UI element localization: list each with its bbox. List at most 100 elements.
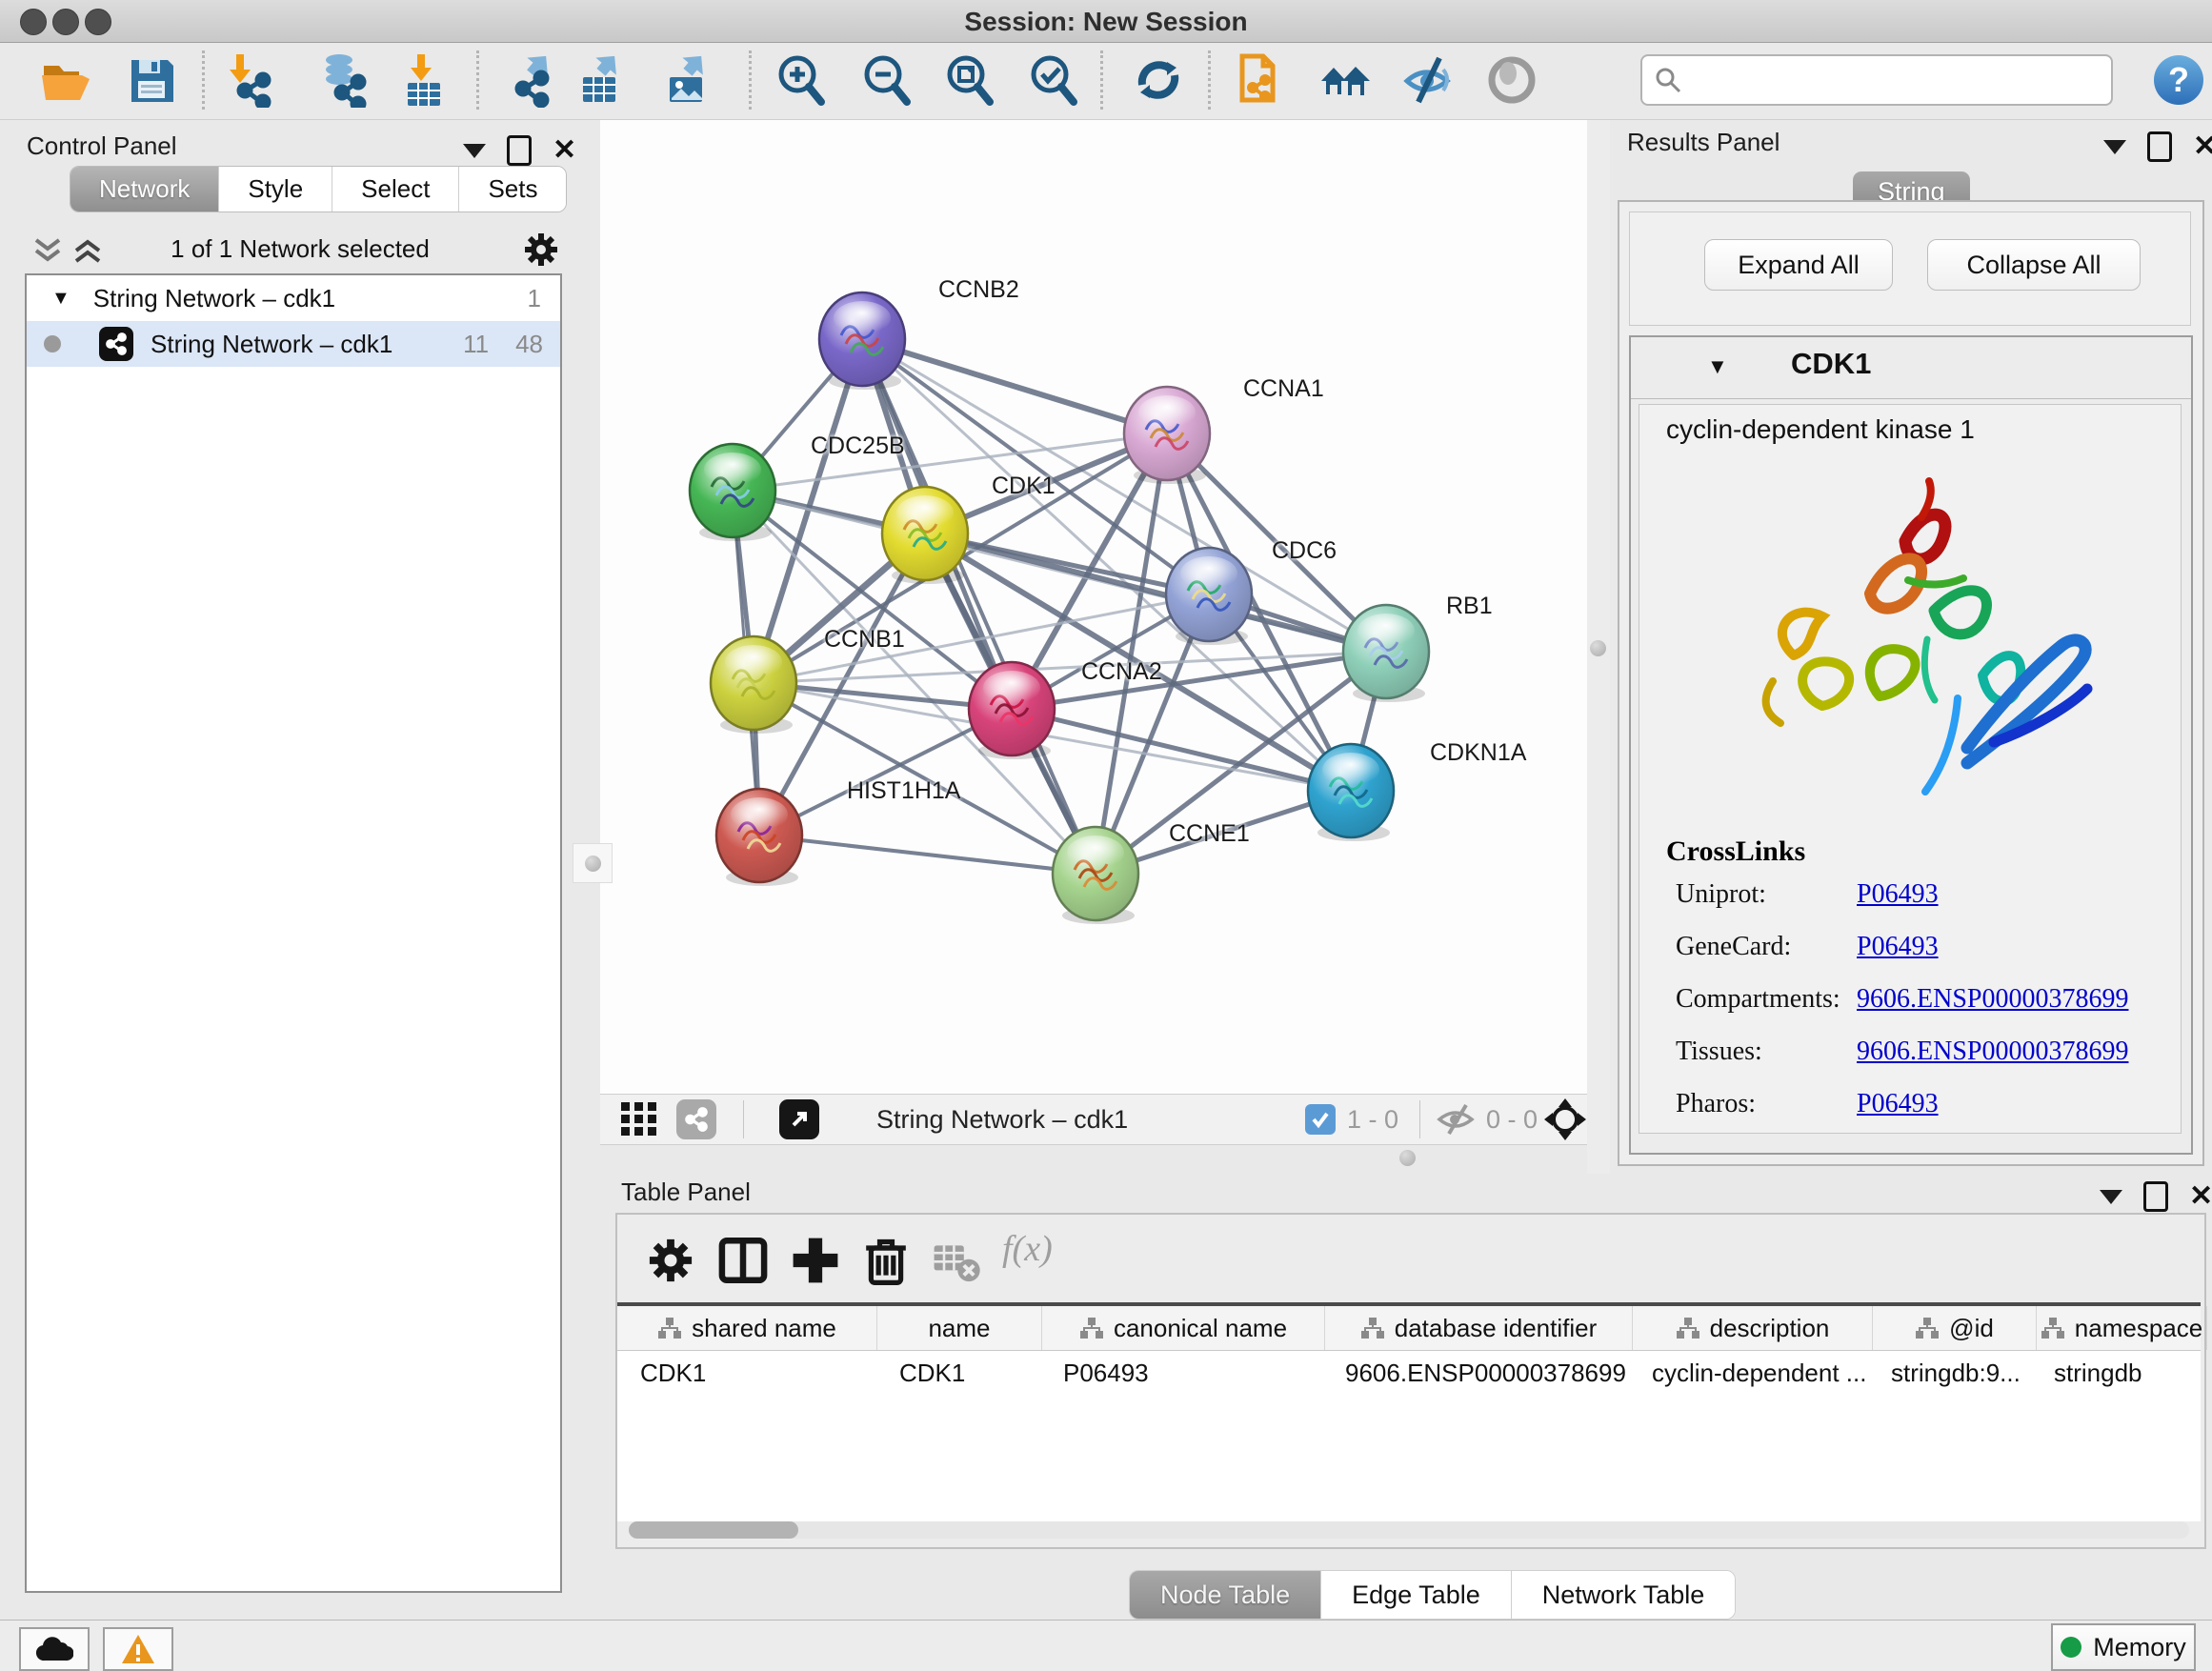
horizontal-scrollbar[interactable] xyxy=(629,1521,2189,1539)
column-header-canonical-name[interactable]: canonical name xyxy=(1042,1306,1325,1350)
column-header--id[interactable]: @id xyxy=(1873,1306,2037,1350)
undock-panel-icon[interactable] xyxy=(2143,1181,2168,1212)
table-row[interactable]: CDK1CDK1P064939606.ENSP00000378699cyclin… xyxy=(617,1351,2201,1395)
column-header-namespace[interactable]: namespace xyxy=(2037,1306,2207,1350)
tab-network[interactable]: Network xyxy=(70,167,219,211)
column-header-shared-name[interactable]: shared name xyxy=(617,1306,877,1350)
string-network-graph[interactable] xyxy=(600,120,1587,1094)
import-network-database-icon[interactable] xyxy=(314,52,370,108)
table-cell[interactable]: CDK1 xyxy=(617,1351,876,1395)
node-CCNB1[interactable] xyxy=(711,636,796,734)
open-session-icon[interactable] xyxy=(38,52,93,108)
zoom-selected-icon[interactable] xyxy=(1026,52,1081,108)
warning-icon xyxy=(120,1633,156,1665)
selected-checkbox-icon[interactable] xyxy=(1305,1104,1336,1135)
crosslink-link[interactable]: P06493 xyxy=(1857,879,1939,910)
open-in-new-window-icon[interactable] xyxy=(779,1099,819,1139)
import-network-file-icon[interactable] xyxy=(223,52,278,108)
crosslink-link[interactable]: P06493 xyxy=(1857,1089,1939,1119)
node-CCNA1[interactable] xyxy=(1124,387,1210,484)
toolbar-separator xyxy=(476,50,479,110)
node-result-header[interactable]: ▼ CDK1 xyxy=(1631,337,2191,399)
birds-eye-toggle-icon[interactable] xyxy=(1543,1097,1587,1141)
grid-view-icon[interactable] xyxy=(621,1102,659,1137)
import-table-file-icon[interactable] xyxy=(396,52,452,108)
export-table-icon[interactable] xyxy=(575,52,631,108)
tab-sets[interactable]: Sets xyxy=(459,167,566,211)
tab-network-table[interactable]: Network Table xyxy=(1512,1571,1736,1619)
network-canvas[interactable]: CCNB2CCNA1CDC25BCDK1CDC6RB1CCNB1CCNA2CDK… xyxy=(600,120,1587,1094)
warning-status-button[interactable] xyxy=(103,1627,173,1671)
network-row[interactable]: String Network – cdk1 11 48 xyxy=(27,321,560,367)
apply-layout-refresh-icon[interactable] xyxy=(1131,52,1186,108)
table-cell[interactable]: stringdb xyxy=(2031,1351,2201,1395)
save-session-icon[interactable] xyxy=(124,52,179,108)
scrollbar-thumb[interactable] xyxy=(629,1521,798,1539)
collapse-all-button[interactable]: Collapse All xyxy=(1927,239,2141,291)
create-column-plus-icon[interactable] xyxy=(791,1236,840,1285)
left-splitter-handle[interactable] xyxy=(573,843,613,883)
close-panel-icon[interactable]: ✕ xyxy=(2189,1184,2212,1209)
table-cell[interactable]: 9606.ENSP00000378699 xyxy=(1322,1351,1629,1395)
node-CCNA2[interactable] xyxy=(969,662,1055,759)
float-panel-icon[interactable] xyxy=(463,144,486,158)
export-network-icon[interactable] xyxy=(507,52,562,108)
delete-column-trash-icon[interactable] xyxy=(861,1236,911,1285)
tab-style[interactable]: Style xyxy=(219,167,332,211)
collection-expand-arrow-icon[interactable]: ▼ xyxy=(51,288,70,310)
close-panel-icon[interactable]: ✕ xyxy=(2193,134,2212,159)
toolbar-search-input[interactable] xyxy=(1640,54,2113,106)
zoom-in-icon[interactable] xyxy=(774,52,829,108)
zoom-out-icon[interactable] xyxy=(859,52,915,108)
tab-edge-table[interactable]: Edge Table xyxy=(1321,1571,1512,1619)
node-CDKN1A[interactable] xyxy=(1308,744,1394,841)
network-collection-row[interactable]: ▼ String Network – cdk1 1 xyxy=(27,275,560,321)
new-network-from-selection-icon[interactable] xyxy=(1233,52,1288,108)
tab-select[interactable]: Select xyxy=(332,167,459,211)
node-CDC25B[interactable] xyxy=(690,444,775,541)
undock-panel-icon[interactable] xyxy=(2147,131,2172,162)
close-panel-icon[interactable]: ✕ xyxy=(553,138,576,163)
table-cell[interactable]: stringdb:9... xyxy=(1868,1351,2031,1395)
expand-collapse-row: Expand All Collapse All xyxy=(1629,211,2191,326)
expand-all-networks-icon[interactable] xyxy=(72,236,103,265)
column-header-database-identifier[interactable]: database identifier xyxy=(1325,1306,1633,1350)
show-hide-graphics-icon[interactable] xyxy=(1401,52,1457,108)
network-options-gear-icon[interactable] xyxy=(522,231,560,269)
table-cell[interactable]: cyclin-dependent ... xyxy=(1629,1351,1868,1395)
column-header-name[interactable]: name xyxy=(877,1306,1042,1350)
node-label-CCNE1: CCNE1 xyxy=(1169,820,1250,848)
collapse-entry-arrow-icon[interactable]: ▼ xyxy=(1707,354,1728,379)
float-panel-icon[interactable] xyxy=(2103,140,2126,154)
column-hierarchy-icon xyxy=(1360,1317,1385,1339)
crosslink-link[interactable]: 9606.ENSP00000378699 xyxy=(1857,984,2128,1015)
column-header-description[interactable]: description xyxy=(1633,1306,1873,1350)
table-cell[interactable]: CDK1 xyxy=(876,1351,1040,1395)
edge-CCNB2-CCNA1[interactable] xyxy=(862,339,1167,433)
table-options-gear-icon[interactable] xyxy=(646,1236,695,1285)
tab-node-table[interactable]: Node Table xyxy=(1130,1571,1321,1619)
crosslink-link[interactable]: P06493 xyxy=(1857,932,1939,962)
eye-disabled-icon[interactable] xyxy=(1484,52,1539,108)
expand-all-button[interactable]: Expand All xyxy=(1704,239,1893,291)
right-splitter-handle[interactable] xyxy=(1590,640,1606,656)
undock-panel-icon[interactable] xyxy=(507,135,532,166)
crosslink-link[interactable]: 9606.ENSP00000378699 xyxy=(1857,1037,2128,1067)
table-cell[interactable]: P06493 xyxy=(1040,1351,1322,1395)
help-icon[interactable]: ? xyxy=(2151,52,2206,108)
cloud-status-button[interactable] xyxy=(19,1627,90,1671)
results-panel-title: Results Panel xyxy=(1627,128,1780,157)
memory-button[interactable]: Memory xyxy=(2051,1623,2196,1671)
collapse-all-networks-icon[interactable] xyxy=(32,236,63,265)
horizontal-splitter-handle[interactable] xyxy=(1399,1150,1416,1166)
float-panel-icon[interactable] xyxy=(2100,1190,2122,1204)
node-CCNE1[interactable] xyxy=(1053,827,1138,924)
show-columns-icon[interactable] xyxy=(718,1236,768,1285)
node-HIST1H1A[interactable] xyxy=(716,789,802,886)
zoom-fit-icon[interactable] xyxy=(942,52,997,108)
network-badge-icon[interactable] xyxy=(676,1099,716,1139)
node-RB1[interactable] xyxy=(1343,605,1429,702)
export-image-icon[interactable] xyxy=(662,52,717,108)
home-networks-icon[interactable] xyxy=(1317,52,1373,108)
edge-HIST1H1A-CCNE1[interactable] xyxy=(759,836,1096,874)
